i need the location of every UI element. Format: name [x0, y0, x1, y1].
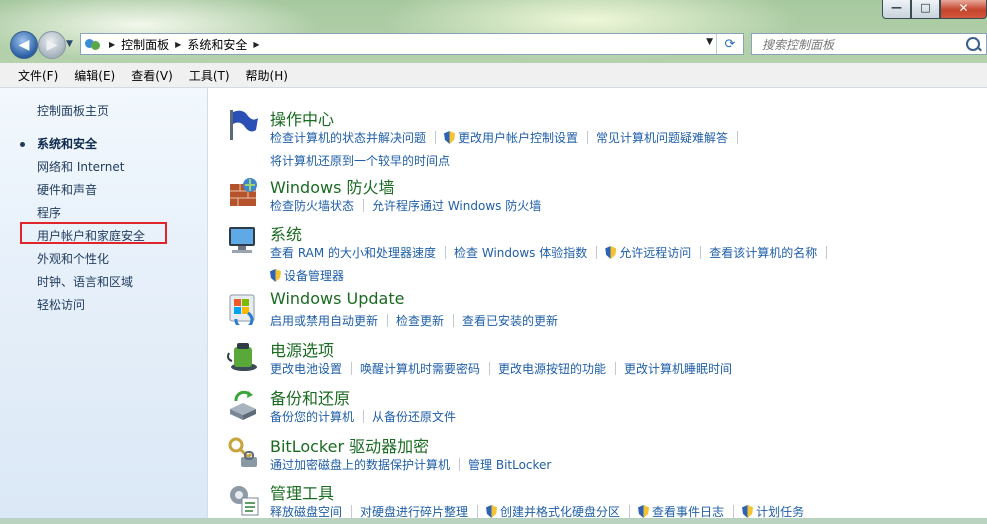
link-troubleshoot[interactable]: 常见计算机问题疑难解答 [596, 131, 728, 145]
category-links: 启用或禁用自动更新 检查更新 查看已安装的更新 [270, 310, 970, 333]
link-computer-name[interactable]: 查看该计算机的名称 [709, 246, 817, 260]
link-power-button[interactable]: 更改电源按钮的功能 [498, 362, 606, 376]
link-backup-computer[interactable]: 备份您的计算机 [270, 410, 354, 424]
back-arrow-icon: ◀ [18, 37, 30, 53]
link-uac-settings[interactable]: 更改用户帐户控制设置 [458, 131, 578, 145]
refresh-icon[interactable]: ⟳ [716, 34, 743, 54]
category-links: 更改电池设置 唤醒计算机时需要密码 更改电源按钮的功能 更改计算机睡眠时间 [270, 358, 970, 381]
maximize-icon: □ [920, 1, 931, 14]
search-icon[interactable] [966, 37, 980, 51]
sidebar-item-appearance[interactable]: 外观和个性化 [37, 250, 109, 267]
main-content: 操作中心 检查计算机的状态并解决问题 更改用户帐户控制设置 常见计算机问题疑难解答 … [208, 88, 987, 519]
close-button[interactable]: ✕ [940, 0, 987, 19]
link-restore-point[interactable]: 将计算机还原到一个较早的时间点 [270, 154, 450, 168]
link-battery-settings[interactable]: 更改电池设置 [270, 362, 342, 376]
link-encrypt-data[interactable]: 通过加密磁盘上的数据保护计算机 [270, 458, 450, 472]
category-links: 备份您的计算机 从备份还原文件 [270, 406, 970, 429]
menu-view[interactable]: 查看(V) [123, 67, 181, 84]
menu-file[interactable]: 文件(F) [0, 67, 66, 84]
left-navigation-pane [0, 88, 208, 518]
menu-help[interactable]: 帮助(H) [238, 67, 296, 84]
link-firewall-status[interactable]: 检查防火墙状态 [270, 199, 354, 213]
sidebar-item-control-panel-home[interactable]: 控制面板主页 [37, 102, 109, 119]
forward-button[interactable]: ▶ [38, 31, 66, 59]
action-center-flag-icon[interactable] [226, 108, 260, 142]
link-experience-index[interactable]: 检查 Windows 体验指数 [454, 246, 587, 260]
windows-update-icon[interactable] [226, 291, 260, 325]
link-remote-access[interactable]: 允许远程访问 [619, 246, 691, 260]
uac-shield-icon [486, 505, 498, 518]
uac-shield-icon [605, 246, 617, 259]
link-auto-update[interactable]: 启用或禁用自动更新 [270, 314, 378, 328]
category-links: 查看 RAM 的大小和处理器速度 检查 Windows 体验指数 允许远程访问 查看该… [270, 242, 970, 288]
category-links: 检查计算机的状态并解决问题 更改用户帐户控制设置 常见计算机问题疑难解答 将计算机还… [270, 127, 970, 173]
sidebar-item-programs[interactable]: 程序 [37, 204, 61, 221]
control-panel-icon [85, 37, 101, 51]
link-wake-password[interactable]: 唤醒计算机时需要密码 [360, 362, 480, 376]
system-computer-icon[interactable] [226, 223, 260, 257]
category-links: 释放磁盘空间 对硬盘进行碎片整理 创建并格式化硬盘分区 查看事件日志 计划任务 [270, 501, 970, 524]
uac-shield-icon [742, 505, 754, 518]
forward-arrow-icon: ▶ [46, 37, 58, 53]
breadcrumb-control-panel[interactable]: 控制面板 [121, 36, 169, 53]
link-event-logs[interactable]: 查看事件日志 [652, 505, 724, 519]
sidebar-item-system-security[interactable]: 系统和安全 [37, 135, 97, 152]
sidebar-item-ease-of-access[interactable]: 轻松访问 [37, 296, 85, 313]
power-options-icon[interactable] [226, 339, 260, 373]
minimize-icon: — [891, 1, 902, 14]
sidebar-item-hardware-sound[interactable]: 硬件和声音 [37, 181, 97, 198]
address-dropdown-icon[interactable]: ▼ [706, 37, 713, 47]
link-check-status[interactable]: 检查计算机的状态并解决问题 [270, 131, 426, 145]
uac-shield-icon [638, 505, 650, 518]
link-schedule-tasks[interactable]: 计划任务 [756, 505, 804, 519]
link-restore-files[interactable]: 从备份还原文件 [372, 410, 456, 424]
breadcrumb-system-security[interactable]: 系统和安全 [187, 36, 247, 53]
caption-buttons: — □ ✕ [882, 0, 987, 19]
menu-tools[interactable]: 工具(T) [181, 67, 238, 84]
current-item-bullet-icon [20, 142, 25, 147]
breadcrumb-chevron-icon[interactable]: ▶ [175, 40, 181, 49]
address-bar[interactable]: ▶ 控制面板 ▶ 系统和安全 ▶ ▼ ⟳ [80, 33, 744, 55]
uac-shield-icon [444, 131, 456, 144]
link-manage-bitlocker[interactable]: 管理 BitLocker [468, 458, 551, 472]
maximize-button[interactable]: □ [911, 0, 940, 19]
backup-restore-icon[interactable] [226, 387, 260, 421]
back-button[interactable]: ◀ [10, 31, 38, 59]
sidebar-item-network-internet[interactable]: 网络和 Internet [37, 158, 124, 175]
link-partition[interactable]: 创建并格式化硬盘分区 [500, 505, 620, 519]
uac-shield-icon [270, 269, 281, 282]
menu-edit[interactable]: 编辑(E) [66, 67, 123, 84]
search-box[interactable] [751, 33, 987, 55]
breadcrumb-chevron-icon[interactable]: ▶ [253, 40, 259, 49]
link-check-updates[interactable]: 检查更新 [396, 314, 444, 328]
link-device-manager[interactable]: 设备管理器 [284, 269, 344, 283]
minimize-button[interactable]: — [882, 0, 911, 19]
link-allow-program[interactable]: 允许程序通过 Windows 防火墙 [372, 199, 541, 213]
search-input[interactable] [760, 35, 964, 55]
recent-pages-dropdown-icon[interactable]: ▼ [66, 39, 73, 49]
category-links: 通过加密磁盘上的数据保护计算机 管理 BitLocker [270, 454, 970, 477]
breadcrumb-chevron-icon[interactable]: ▶ [109, 40, 115, 49]
category-links: 检查防火墙状态 允许程序通过 Windows 防火墙 [270, 195, 970, 218]
firewall-icon[interactable] [226, 176, 260, 210]
address-row: ◀ ▶ ▼ ▶ 控制面板 ▶ 系统和安全 ▶ ▼ ⟳ [0, 28, 987, 62]
menu-bar: 文件(F) 编辑(E) 查看(V) 工具(T) 帮助(H) [0, 63, 987, 88]
link-installed-updates[interactable]: 查看已安装的更新 [462, 314, 558, 328]
bitlocker-icon[interactable] [226, 435, 260, 469]
admin-tools-icon[interactable] [226, 482, 260, 516]
close-icon: ✕ [958, 1, 969, 15]
sidebar-item-clock-language[interactable]: 时钟、语言和区域 [37, 273, 133, 290]
link-view-ram[interactable]: 查看 RAM 的大小和处理器速度 [270, 246, 436, 260]
link-defragment[interactable]: 对硬盘进行碎片整理 [360, 505, 468, 519]
category-title[interactable]: Windows Update [270, 289, 404, 308]
link-sleep-time[interactable]: 更改计算机睡眠时间 [624, 362, 732, 376]
red-highlight-box [20, 222, 167, 244]
link-disk-cleanup[interactable]: 释放磁盘空间 [270, 505, 342, 519]
